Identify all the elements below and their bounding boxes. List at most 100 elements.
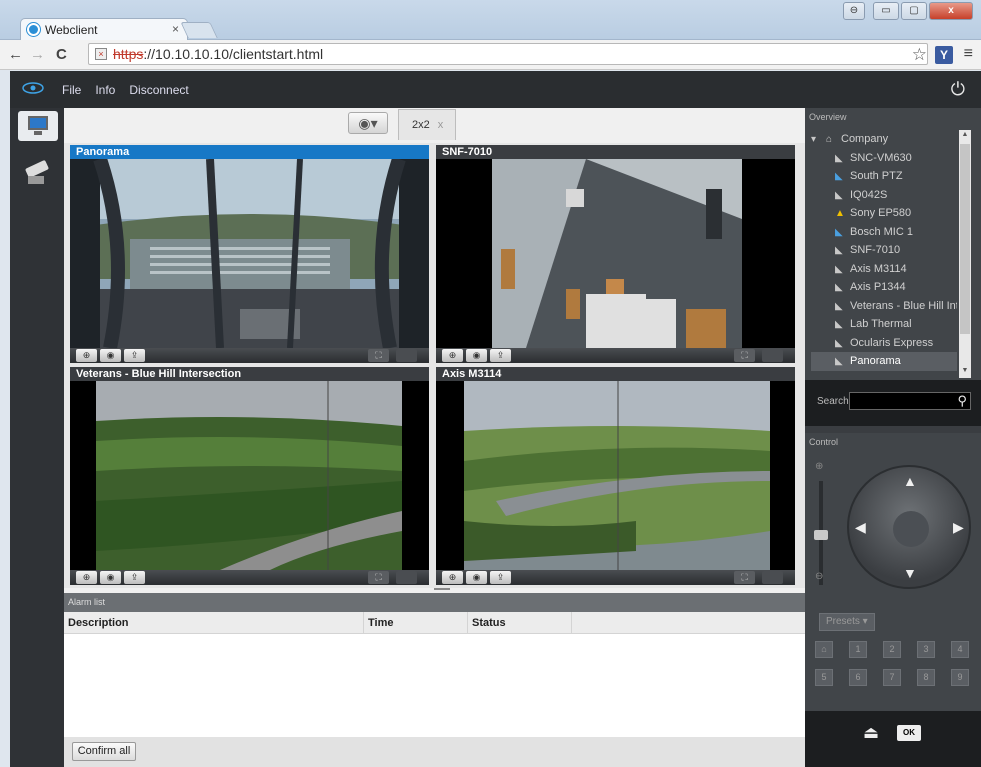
tile-option-icon[interactable] xyxy=(762,571,783,584)
eye-icon[interactable]: ◉ xyxy=(100,349,121,362)
tree-item[interactable]: ◣ SNF-7010 xyxy=(811,241,957,260)
tree-scrollbar[interactable]: ▲ ▼ xyxy=(959,130,971,378)
camera-video-feed[interactable] xyxy=(70,159,429,348)
pan-left-arrow-icon[interactable]: ◀ xyxy=(855,519,866,536)
tree-item[interactable]: ◣ Axis P1344 xyxy=(811,278,957,297)
tile-option-icon[interactable] xyxy=(396,571,417,584)
export-icon[interactable]: ⇪ xyxy=(490,571,511,584)
preset-button[interactable]: 5 xyxy=(815,669,833,686)
preset-button[interactable]: 3 xyxy=(917,641,935,658)
tree-item[interactable]: ◣ Veterans - Blue Hill Inte xyxy=(811,297,957,316)
search-input[interactable] xyxy=(849,392,971,410)
column-description[interactable]: Description xyxy=(64,612,364,633)
zoom-icon[interactable]: ⊕ xyxy=(442,349,463,362)
zoom-icon[interactable]: ⊕ xyxy=(76,571,97,584)
extension-icon[interactable]: Y xyxy=(935,46,953,64)
eye-icon[interactable]: ◉ xyxy=(466,349,487,362)
tab-2x2[interactable]: 2x2 x xyxy=(398,109,456,140)
tree-item[interactable]: ◣ Axis M3114 xyxy=(811,260,957,279)
eye-icon[interactable]: ◉ xyxy=(466,571,487,584)
camera-tile-snf-7010[interactable]: SNF-7010 ⊕ ◉ ⇪ ⛶ xyxy=(436,145,795,363)
forward-arrow-icon[interactable]: → xyxy=(30,46,45,63)
pan-down-arrow-icon[interactable]: ▼ xyxy=(903,565,917,581)
reload-icon[interactable]: C xyxy=(56,46,67,63)
address-bar[interactable]: × https://10.10.10.10/clientstart.html xyxy=(88,43,928,65)
browser-menu-icon[interactable]: ≡ xyxy=(964,45,973,63)
view-tab-close-icon[interactable]: x xyxy=(438,119,444,131)
camera-tile-panorama[interactable]: Panorama ⊕ ◉ ⇪ ⛶ xyxy=(70,145,429,363)
pan-up-arrow-icon[interactable]: ▲ xyxy=(903,473,917,489)
scroll-down-icon[interactable]: ▼ xyxy=(960,367,970,377)
ok-button[interactable]: OK xyxy=(897,725,921,741)
back-arrow-icon[interactable]: ← xyxy=(8,46,23,63)
tile-option-icon[interactable] xyxy=(762,349,783,362)
zoom-icon[interactable]: ⊕ xyxy=(442,571,463,584)
close-window-button[interactable]: x xyxy=(929,2,973,20)
camera-video-feed[interactable] xyxy=(70,381,429,570)
pan-right-arrow-icon[interactable]: ▶ xyxy=(953,519,964,536)
zoom-in-icon[interactable]: ⊕ xyxy=(815,461,823,472)
grid-splitter-handle[interactable] xyxy=(434,588,450,590)
zoom-out-icon[interactable]: ⊖ xyxy=(815,571,823,582)
camera-video-feed[interactable] xyxy=(436,159,795,348)
tile-toolbar: ⊕ ◉ ⇪ ⛶ xyxy=(436,570,795,585)
camera-tile-axis-m3114[interactable]: Axis M3114 ⊕ ◉ ⇪ ⛶ xyxy=(436,367,795,585)
column-status[interactable]: Status xyxy=(468,612,572,633)
preset-home-button[interactable]: ⌂ xyxy=(815,641,833,658)
fullscreen-icon[interactable]: ⛶ xyxy=(734,349,755,362)
joystick-center[interactable] xyxy=(893,511,929,547)
ptz-joystick[interactable]: ▲ ▼ ◀ ▶ xyxy=(847,465,971,589)
preset-button[interactable]: 2 xyxy=(883,641,901,658)
menu-file[interactable]: File xyxy=(62,83,81,97)
tab-close-icon[interactable]: × xyxy=(172,22,179,36)
preset-button[interactable]: 1 xyxy=(849,641,867,658)
tree-item[interactable]: ◣ Panorama xyxy=(811,352,957,371)
view-selector-button[interactable]: ◉▾ xyxy=(348,112,388,134)
scroll-thumb[interactable] xyxy=(960,144,970,334)
tree-item[interactable]: ◣ IQ042S xyxy=(811,186,957,205)
fullscreen-icon[interactable]: ⛶ xyxy=(368,349,389,362)
preset-button[interactable]: 8 xyxy=(917,669,935,686)
search-icon[interactable]: ⚲ xyxy=(957,393,967,409)
user-profile-icon[interactable]: ⊖ xyxy=(843,2,865,20)
tree-item[interactable]: ◣ SNC-VM630 xyxy=(811,149,957,168)
tree-item[interactable]: ◣ Lab Thermal xyxy=(811,315,957,334)
presets-dropdown[interactable]: Presets ▾ xyxy=(819,613,875,631)
joystick-icon[interactable]: ⏏ xyxy=(863,723,883,745)
export-icon[interactable]: ⇪ xyxy=(124,349,145,362)
eye-icon[interactable]: ◉ xyxy=(100,571,121,584)
export-icon[interactable]: ⇪ xyxy=(124,571,145,584)
camera-tree: ▾ ⌂ Company ◣ SNC-VM630 ◣ South PTZ ◣ IQ042S ▲ So… xyxy=(811,130,957,372)
browser-tab[interactable]: Webclient × xyxy=(20,18,188,40)
camera-tile-veterans-blue-hill[interactable]: Veterans - Blue Hill Intersection ⊕ ◉ ⇪ … xyxy=(70,367,429,585)
power-icon[interactable]: ⏻ xyxy=(951,79,965,100)
camera-setup-button[interactable] xyxy=(24,156,54,186)
export-icon[interactable]: ⇪ xyxy=(490,349,511,362)
preset-button[interactable]: 4 xyxy=(951,641,969,658)
scroll-up-icon[interactable]: ▲ xyxy=(960,131,970,141)
new-tab-button[interactable] xyxy=(180,22,218,38)
tree-item[interactable]: ◣ Bosch MIC 1 xyxy=(811,223,957,242)
tree-item[interactable]: ◣Axis P1346 xyxy=(811,371,957,373)
tree-item[interactable]: ◣ South PTZ xyxy=(811,167,957,186)
minimize-button[interactable]: ▭ xyxy=(873,2,899,20)
monitor-view-button[interactable] xyxy=(18,111,58,141)
fullscreen-icon[interactable]: ⛶ xyxy=(734,571,755,584)
tree-root-company[interactable]: ▾ ⌂ Company xyxy=(811,130,957,149)
column-time[interactable]: Time xyxy=(364,612,468,633)
camera-video-feed[interactable] xyxy=(436,381,795,570)
tree-item[interactable]: ▲ Sony EP580 xyxy=(811,204,957,223)
menu-disconnect[interactable]: Disconnect xyxy=(129,83,188,97)
fullscreen-icon[interactable]: ⛶ xyxy=(368,571,389,584)
bookmark-star-icon[interactable]: ☆ xyxy=(912,45,927,65)
zoom-icon[interactable]: ⊕ xyxy=(76,349,97,362)
maximize-button[interactable]: ▢ xyxy=(901,2,927,20)
preset-button[interactable]: 9 xyxy=(951,669,969,686)
tree-item[interactable]: ◣ Ocularis Express xyxy=(811,334,957,353)
preset-button[interactable]: 6 xyxy=(849,669,867,686)
menu-info[interactable]: Info xyxy=(95,83,115,97)
preset-button[interactable]: 7 xyxy=(883,669,901,686)
tile-option-icon[interactable] xyxy=(396,349,417,362)
confirm-all-button[interactable]: Confirm all xyxy=(72,742,136,761)
zoom-slider-knob[interactable] xyxy=(814,530,828,540)
